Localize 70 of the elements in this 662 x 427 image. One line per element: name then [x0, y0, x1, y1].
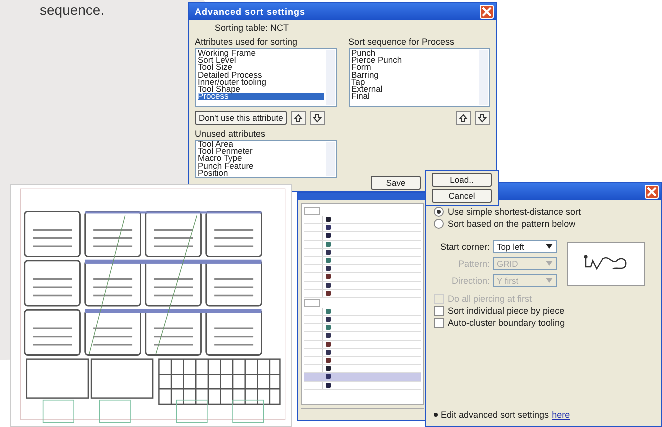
close-icon [482, 6, 492, 16]
radio-button[interactable] [434, 207, 444, 217]
list-item[interactable]: Tool Size [198, 64, 324, 72]
list-item[interactable]: Final [352, 93, 477, 100]
dropdown-arrow-icon [546, 261, 553, 266]
list-item[interactable]: Position [198, 170, 324, 177]
list-item[interactable]: Macro Type [198, 155, 324, 163]
list-item[interactable]: Working Frame [198, 50, 324, 58]
table-label: Sorting table: NCT [214, 22, 290, 35]
list-item[interactable]: Tool Perimeter [198, 148, 324, 156]
cancel-button[interactable]: Cancel [432, 189, 492, 203]
list-item[interactable]: Tap [352, 78, 477, 86]
caption-text: sequence. [40, 2, 105, 18]
remove-attribute-button[interactable]: Don't use this attribute [195, 111, 288, 125]
up-arrow-icon [459, 114, 468, 122]
list-item[interactable]: Process [198, 93, 324, 100]
up-arrow-icon [294, 114, 304, 122]
checkbox-option[interactable]: Sort individual piece by piece [434, 305, 655, 317]
scrollbar[interactable] [326, 142, 334, 176]
move-up-button[interactable] [291, 111, 306, 125]
list-item[interactable]: Pierce Punch [352, 57, 477, 64]
close-button[interactable] [645, 184, 659, 198]
list-item[interactable]: Detailed Process [198, 72, 324, 79]
list-item[interactable]: Tool Area [198, 141, 324, 148]
list-item[interactable]: Tool Shape [198, 86, 324, 94]
save-button[interactable]: Save [371, 176, 421, 190]
list-label: Attributes used for sorting [195, 36, 299, 48]
down-arrow-icon [478, 114, 487, 122]
list-label: Sort sequence for Process [348, 36, 456, 48]
footer-text: Edit advanced sort settings [441, 410, 550, 420]
radio-option[interactable]: Use simple shortest-distance sort [434, 206, 655, 218]
move-down-button[interactable] [475, 111, 490, 125]
list-item[interactable]: Punch [352, 50, 477, 58]
move-down-button[interactable] [310, 111, 326, 125]
list-item[interactable]: External [352, 86, 477, 94]
here-link[interactable]: here [552, 410, 570, 420]
load-button[interactable]: Load.. [432, 173, 492, 187]
scrollbar[interactable] [479, 50, 488, 105]
list-item[interactable]: Form [352, 64, 477, 72]
field-label: Pattern: [457, 258, 490, 268]
list-item[interactable]: Sort Level [198, 57, 324, 64]
checkbox[interactable] [434, 318, 444, 328]
dropdown[interactable]: Top left [493, 240, 557, 253]
list-item[interactable]: Punch Feature [198, 162, 324, 170]
list-item[interactable]: Barring [352, 72, 477, 79]
sequence-list[interactable]: Punch Pierce Punch Form Barring Tap External Final [348, 48, 490, 107]
window-title: Advanced sort settings [195, 6, 306, 16]
bullet-icon [434, 413, 438, 417]
radio-label: Sort based on the pattern below [448, 219, 576, 229]
list-item[interactable]: Inner/outer tooling [198, 78, 324, 86]
attribute-list[interactable]: Working Frame Sort Level Tool Size Detailed Process Inner/outer tooling Tool Shape Process [195, 48, 336, 107]
move-up-button[interactable] [456, 111, 471, 125]
checkbox-label: Auto-cluster boundary tooling [448, 318, 566, 328]
radio-option[interactable]: Sort based on the pattern below [434, 218, 655, 230]
list-label: Unused attributes [195, 128, 267, 140]
close-icon [647, 186, 657, 196]
dropdown-arrow-icon [546, 244, 553, 249]
close-button[interactable] [480, 4, 494, 18]
field-label: Start corner: [440, 242, 490, 252]
down-arrow-icon [313, 114, 322, 122]
dropdown-arrow-icon [546, 278, 553, 283]
unused-attribute-list[interactable]: Tool Area Tool Perimeter Macro Type Punch Feature Position [195, 140, 336, 178]
checkbox-option[interactable]: Auto-cluster boundary tooling [434, 317, 655, 329]
checkbox[interactable] [434, 306, 444, 316]
radio-button[interactable] [434, 219, 444, 229]
field-label: Direction: [450, 276, 490, 286]
scrollbar[interactable] [326, 50, 334, 105]
checkbox-label: Sort individual piece by piece [448, 306, 565, 316]
radio-label: Use simple shortest-distance sort [448, 207, 582, 217]
checkbox-label: Do all piercing at first [448, 294, 532, 304]
